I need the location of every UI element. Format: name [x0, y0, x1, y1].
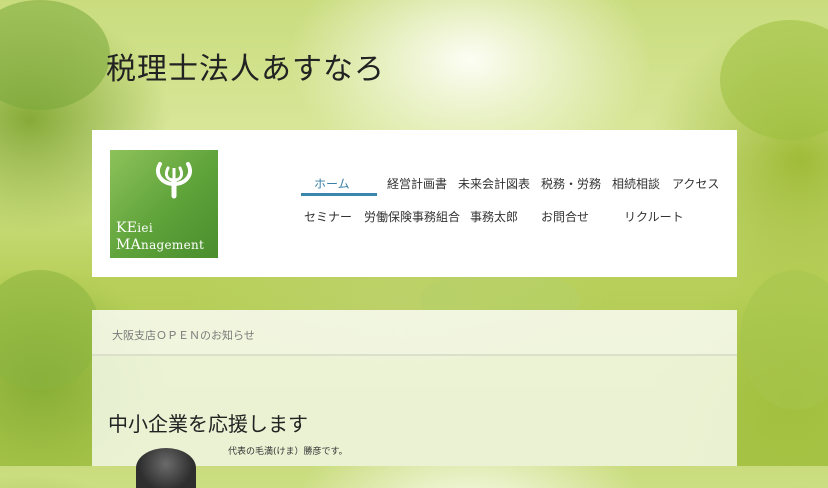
nav-recruit[interactable]: リクルート — [624, 208, 684, 225]
nav-active-indicator — [301, 193, 377, 196]
nav-jimu-taro[interactable]: 事務太郎 — [470, 208, 518, 225]
logo-mark-icon — [155, 162, 193, 199]
nav-contact[interactable]: お問合せ — [541, 208, 589, 225]
header-panel: KEiei MAnagement ホーム 経営計画書 未来会計図表 税務・労務 … — [92, 130, 737, 277]
foliage-decor — [740, 270, 828, 410]
nav-business-plan[interactable]: 経営計画書 — [387, 175, 447, 192]
nav-future-accounting[interactable]: 未来会計図表 — [458, 175, 530, 192]
logo[interactable]: KEiei MAnagement — [110, 150, 218, 258]
content-panel: 中小企業を応援します 代表の毛満(けま）勝彦です。 — [92, 356, 737, 488]
foliage-decor — [0, 270, 100, 390]
section-heading: 中小企業を応援します — [108, 412, 308, 436]
nav-home[interactable]: ホーム — [314, 175, 350, 192]
intro-text: 代表の毛満(けま）勝彦です。 — [228, 447, 348, 457]
nav-seminar[interactable]: セミナー — [304, 208, 352, 225]
notice-link[interactable]: 大阪支店ＯＰＥＮのお知らせ — [112, 327, 255, 343]
nav-inheritance[interactable]: 相続相談 — [612, 175, 660, 192]
nav-tax-labor[interactable]: 税務・労務 — [541, 175, 601, 192]
logo-text-nagement: nagement — [141, 238, 205, 252]
foliage-decor — [0, 0, 110, 110]
logo-text-ma: MA — [116, 237, 142, 253]
representative-photo — [136, 448, 196, 488]
logo-text-line1: KEiei — [116, 220, 153, 236]
nav-access[interactable]: アクセス — [672, 175, 719, 192]
notice-bar: 大阪支店ＯＰＥＮのお知らせ — [92, 310, 737, 356]
nav-labor-insurance[interactable]: 労働保険事務組合 — [364, 208, 460, 225]
foliage-decor — [720, 20, 828, 140]
site-title[interactable]: 税理士法人あすなろ — [106, 44, 385, 88]
logo-text-line2: MAnagement — [116, 237, 204, 253]
logo-text-ke: KE — [116, 220, 138, 236]
logo-text-iei: iei — [137, 221, 153, 235]
